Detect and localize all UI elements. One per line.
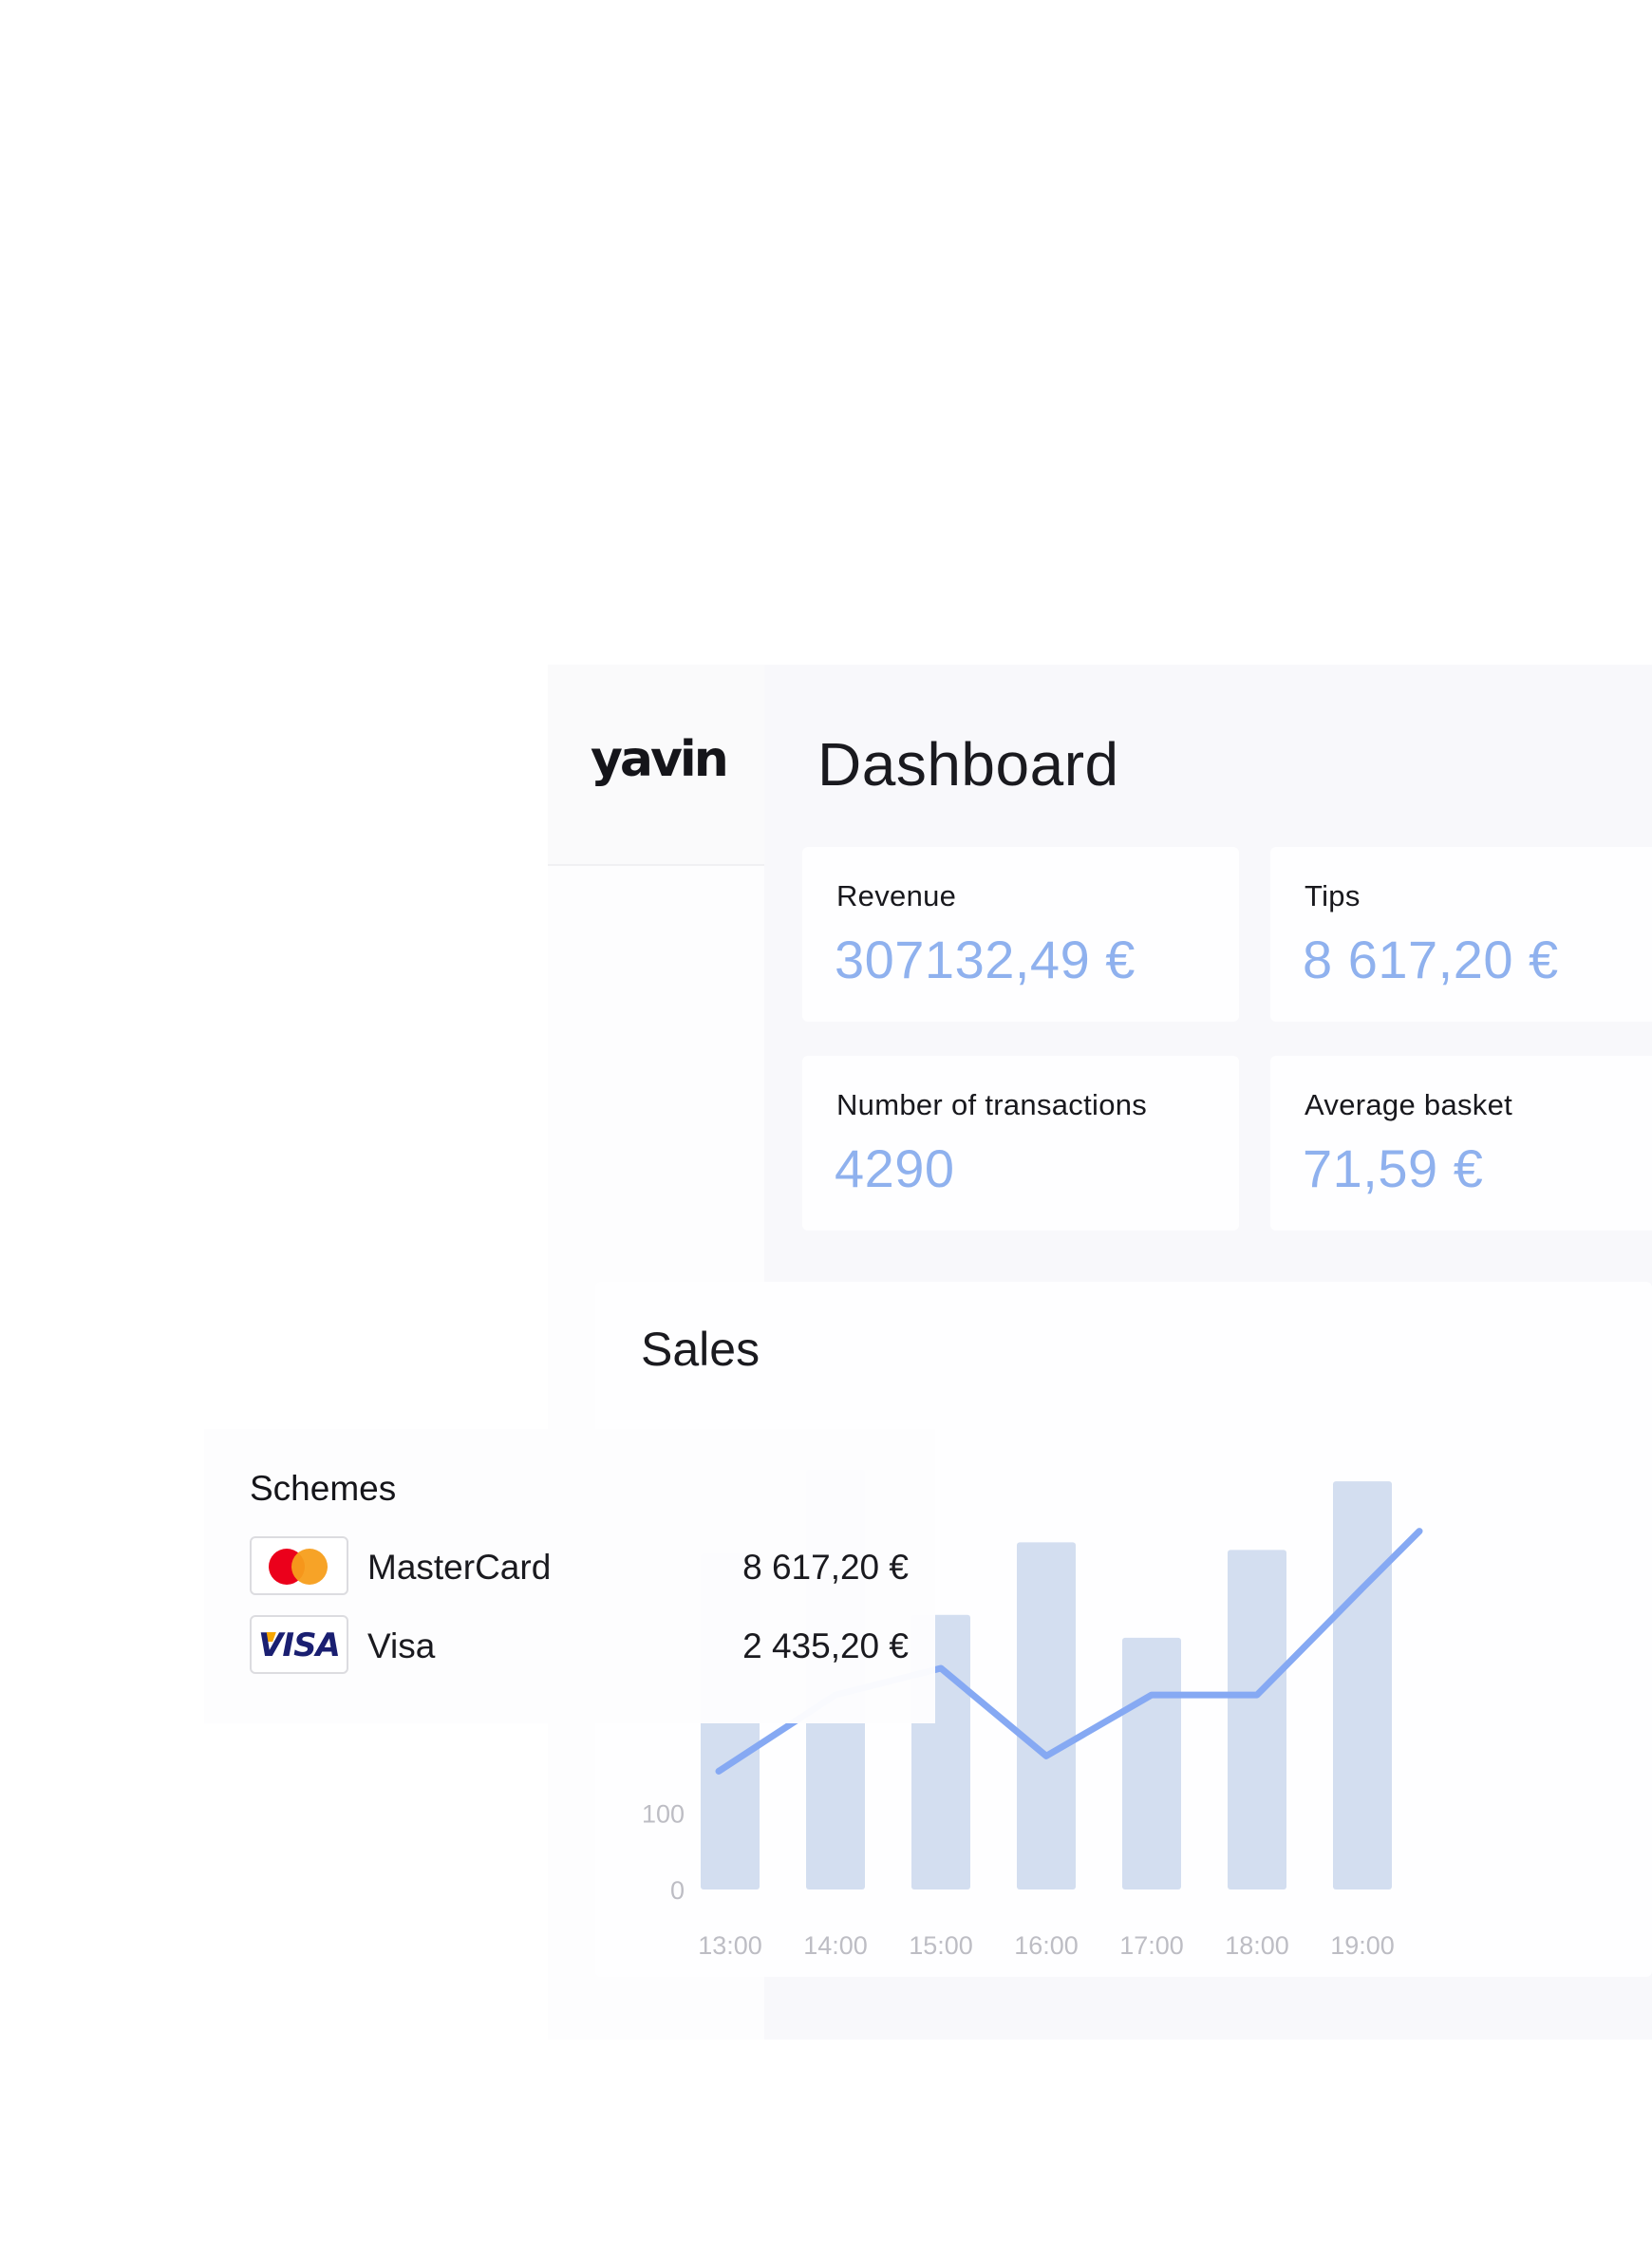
scheme-amount: 8 617,20 € xyxy=(742,1548,909,1587)
kpi-label: Average basket xyxy=(1305,1088,1513,1121)
sales-bar-19:00[interactable] xyxy=(1333,1481,1392,1889)
x-tick-label: 13:00 xyxy=(698,1931,762,1960)
schemes-title: Schemes xyxy=(250,1469,397,1508)
kpi-label: Number of transactions xyxy=(836,1088,1148,1121)
mastercard-orange-circle xyxy=(291,1549,328,1585)
sidebar-header: yavin xyxy=(548,665,764,866)
y-tick-label: 0 xyxy=(670,1876,685,1905)
sales-bar-17:00[interactable] xyxy=(1122,1637,1181,1889)
kpi-value: 8 617,20 € xyxy=(1303,930,1559,989)
y-tick-label: 100 xyxy=(642,1800,685,1829)
scheme-row-mastercard[interactable]: MasterCard 8 617,20 € xyxy=(250,1536,909,1597)
x-tick-label: 15:00 xyxy=(909,1931,973,1960)
kpi-label: Tips xyxy=(1305,879,1361,912)
sales-bar-16:00[interactable] xyxy=(1017,1542,1076,1889)
x-tick-label: 14:00 xyxy=(803,1931,868,1960)
scheme-name: Visa xyxy=(367,1626,436,1665)
sales-bar-18:00[interactable] xyxy=(1228,1550,1286,1889)
scheme-row-visa[interactable]: VISA Visa 2 435,20 € xyxy=(250,1615,909,1676)
x-tick-label: 17:00 xyxy=(1119,1931,1184,1960)
page-title: Dashboard xyxy=(817,730,1119,799)
kpi-card-transactions[interactable]: Number of transactions 4290 xyxy=(802,1056,1239,1231)
schemes-card: Schemes MasterCard 8 617,20 € VISA Visa … xyxy=(204,1429,935,1723)
x-tick-label: 16:00 xyxy=(1014,1931,1079,1960)
kpi-card-tips[interactable]: Tips 8 617,20 € xyxy=(1270,847,1652,1022)
kpi-value: 71,59 € xyxy=(1303,1138,1484,1198)
visa-icon: VISA xyxy=(250,1615,348,1674)
visa-wordmark: VISA xyxy=(258,1626,341,1664)
yavin-logo[interactable]: yavin xyxy=(591,731,729,788)
kpi-card-average-basket[interactable]: Average basket 71,59 € xyxy=(1270,1056,1652,1231)
x-tick-label: 19:00 xyxy=(1330,1931,1395,1960)
kpi-card-revenue[interactable]: Revenue 307132,49 € xyxy=(802,847,1239,1022)
kpi-value: 4290 xyxy=(835,1138,955,1198)
mastercard-icon xyxy=(250,1536,348,1595)
x-tick-label: 18:00 xyxy=(1225,1931,1289,1960)
kpi-value: 307132,49 € xyxy=(835,930,1136,989)
scheme-amount: 2 435,20 € xyxy=(742,1626,909,1665)
scheme-name: MasterCard xyxy=(367,1548,552,1587)
kpi-label: Revenue xyxy=(836,879,957,912)
